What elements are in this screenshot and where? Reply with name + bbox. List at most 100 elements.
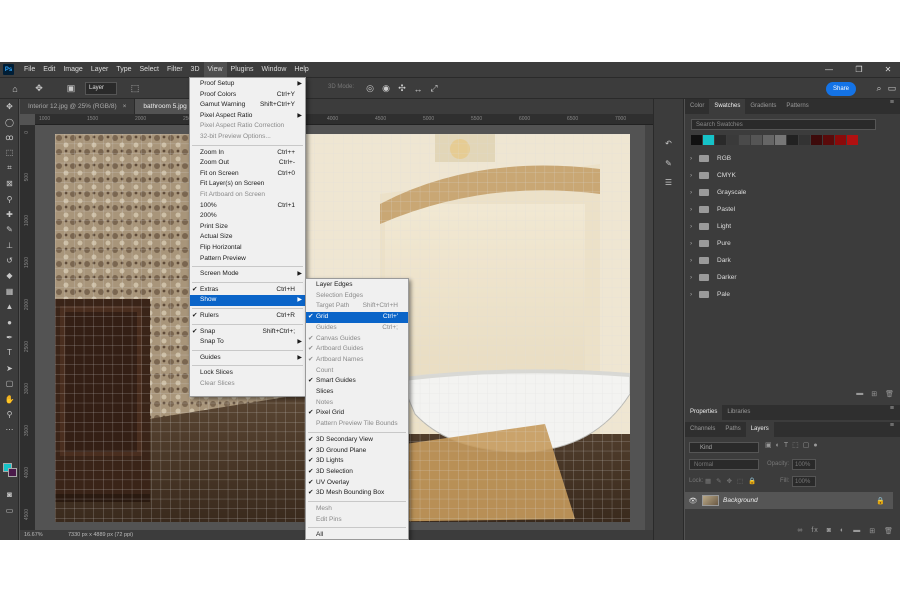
color-swatch[interactable]: [763, 135, 774, 145]
adjustment-icon[interactable]: ◐: [840, 527, 845, 535]
menu-item-zoom-out[interactable]: Zoom Out Ctrl+-: [190, 158, 305, 169]
menu-item-mesh[interactable]: Mesh: [306, 504, 408, 515]
chevron-right-icon[interactable]: ›: [690, 155, 699, 162]
menu-item-notes[interactable]: Notes: [306, 398, 408, 409]
fx-icon[interactable]: fx: [811, 527, 818, 535]
auto-select-icon[interactable]: ▣: [64, 81, 78, 96]
tab-swatches[interactable]: Swatches: [709, 99, 746, 114]
menu-item-zoom-in[interactable]: Zoom In Ctrl++: [190, 148, 305, 159]
color-swatch[interactable]: [799, 135, 810, 145]
menu-3d[interactable]: 3D: [187, 62, 204, 77]
chevron-right-icon[interactable]: ›: [690, 257, 699, 264]
swatch-folder-grayscale[interactable]: › Grayscale: [685, 184, 900, 201]
healing-brush-tool-icon[interactable]: ✚: [0, 207, 19, 222]
menu-item-lock-slices[interactable]: Lock Slices: [190, 368, 305, 379]
menu-item-edit-pins[interactable]: Edit Pins: [306, 515, 408, 526]
menu-item-fit-artboard-on-screen[interactable]: Fit Artboard on Screen: [190, 190, 305, 201]
path-select-tool-icon[interactable]: ➤: [0, 361, 19, 376]
chevron-right-icon[interactable]: ›: [690, 274, 699, 281]
history-panel-icon[interactable]: ↶: [654, 136, 683, 151]
color-swatch[interactable]: [715, 135, 726, 145]
color-swatch[interactable]: [751, 135, 762, 145]
chevron-right-icon[interactable]: ›: [690, 189, 699, 196]
menu-item-rulers[interactable]: ✔ Rulers Ctrl+R: [190, 311, 305, 322]
menu-item-proof-setup[interactable]: Proof Setup ▶: [190, 79, 305, 90]
search-swatches-input[interactable]: Search Swatches: [691, 119, 876, 130]
tab-libraries[interactable]: Libraries: [722, 405, 755, 420]
menu-edit[interactable]: Edit: [39, 62, 59, 77]
tab-patterns[interactable]: Patterns: [781, 99, 813, 114]
menu-item-actual-size[interactable]: Actual Size: [190, 232, 305, 243]
menu-item-pattern-preview[interactable]: Pattern Preview: [190, 254, 305, 265]
color-swatch[interactable]: [823, 135, 834, 145]
menu-item-3d-lights[interactable]: ✔ 3D Lights: [306, 456, 408, 467]
menu-select[interactable]: Select: [136, 62, 163, 77]
menu-item-snap[interactable]: ✔ Snap Shift+Ctrl+;: [190, 327, 305, 338]
tab-paths[interactable]: Paths: [720, 422, 745, 437]
restore-icon[interactable]: ❐: [851, 62, 867, 77]
menu-item-pixel-grid[interactable]: ✔ Pixel Grid: [306, 408, 408, 419]
swatch-folder-dark[interactable]: › Dark: [685, 252, 900, 269]
blur-tool-icon[interactable]: ▲: [0, 299, 19, 314]
swatch-folder-cmyk[interactable]: › CMYK: [685, 167, 900, 184]
menu-plugins[interactable]: Plugins: [227, 62, 258, 77]
lock-icons[interactable]: ▦✎✥⬚🔒: [705, 477, 761, 485]
link-icon[interactable]: ∞: [797, 527, 803, 535]
swatch-folder-pastel[interactable]: › Pastel: [685, 201, 900, 218]
move-tool-icon[interactable]: ✥: [32, 81, 46, 96]
color-swatch[interactable]: [775, 135, 786, 145]
swatch-folder-pure[interactable]: › Pure: [685, 235, 900, 252]
menu-item-all[interactable]: All: [306, 530, 408, 540]
close-icon[interactable]: ✕: [880, 62, 896, 77]
panel-menu-icon[interactable]: ≡: [884, 99, 900, 114]
minimize-icon[interactable]: —: [821, 62, 837, 77]
tab-interior-12[interactable]: Interior 12.jpg @ 25% (RGB/8) ×: [20, 99, 136, 114]
type-tool-icon[interactable]: T: [0, 345, 19, 360]
menu-item-artboard-names[interactable]: ✔ Artboard Names: [306, 355, 408, 366]
trash-icon[interactable]: 🗑: [884, 527, 894, 535]
menu-layer[interactable]: Layer: [87, 62, 113, 77]
hand-tool-icon[interactable]: ✋: [0, 391, 19, 406]
close-tab-icon[interactable]: ×: [123, 103, 127, 110]
panel-menu-icon[interactable]: ≡: [884, 405, 900, 420]
menu-item-gamut-warning[interactable]: Gamut Warning Shift+Ctrl+Y: [190, 100, 305, 111]
object-select-tool-icon[interactable]: ⬚: [0, 145, 19, 160]
add-icon[interactable]: ⊞: [869, 527, 876, 535]
more-tools-icon[interactable]: ⋯: [0, 422, 19, 437]
color-swatch[interactable]: [727, 135, 738, 145]
lasso-tool-icon[interactable]: ꝏ: [0, 130, 19, 145]
menu-view[interactable]: View: [203, 62, 227, 77]
gradient-tool-icon[interactable]: ▦: [0, 284, 19, 299]
auto-select-dropdown[interactable]: Layer: [85, 82, 117, 95]
menu-item-fit-layer-s-on-screen[interactable]: Fit Layer(s) on Screen: [190, 179, 305, 190]
menu-item-uv-overlay[interactable]: ✔ UV Overlay: [306, 478, 408, 489]
menu-item-guides[interactable]: Guides Ctrl+;: [306, 323, 408, 334]
layer-filter-dropdown[interactable]: Kind: [689, 442, 759, 453]
opacity-input[interactable]: 100%: [792, 459, 816, 470]
menu-file[interactable]: File: [20, 62, 39, 77]
menu-item-snap-to[interactable]: Snap To ▶: [190, 337, 305, 348]
brush-tool-icon[interactable]: ✎: [0, 222, 19, 237]
menu-item-grid[interactable]: ✔ Grid Ctrl+': [306, 312, 408, 323]
menu-item-200[interactable]: 200%: [190, 211, 305, 222]
menu-item-smart-guides[interactable]: ✔ Smart Guides: [306, 376, 408, 387]
menu-item-canvas-guides[interactable]: ✔ Canvas Guides: [306, 334, 408, 345]
swatch-folder-light[interactable]: › Light: [685, 218, 900, 235]
trash-icon[interactable]: 🗑: [885, 390, 894, 398]
menu-item-clear-slices[interactable]: Clear Slices: [190, 379, 305, 390]
menu-item-artboard-guides[interactable]: ✔ Artboard Guides: [306, 344, 408, 355]
menu-image[interactable]: Image: [59, 62, 86, 77]
menu-item-proof-colors[interactable]: Proof Colors Ctrl+Y: [190, 90, 305, 101]
pen-tool-icon[interactable]: ✒: [0, 330, 19, 345]
menu-item-pattern-preview-tile-bounds[interactable]: Pattern Preview Tile Bounds: [306, 419, 408, 430]
menu-item-guides[interactable]: Guides ▶: [190, 353, 305, 364]
search-icon[interactable]: ⌕: [872, 81, 886, 96]
vertical-scrollbar[interactable]: [645, 125, 653, 530]
mask-icon[interactable]: ◙: [827, 527, 832, 535]
tab-layers[interactable]: Layers: [745, 422, 774, 437]
panel-menu-icon[interactable]: ≡: [884, 422, 900, 437]
swatch-folder-darker[interactable]: › Darker: [685, 269, 900, 286]
menu-item-pixel-aspect-ratio[interactable]: Pixel Aspect Ratio ▶: [190, 111, 305, 122]
transform-controls-icon[interactable]: ⬚: [128, 81, 142, 96]
history-brush-tool-icon[interactable]: ↺: [0, 253, 19, 268]
